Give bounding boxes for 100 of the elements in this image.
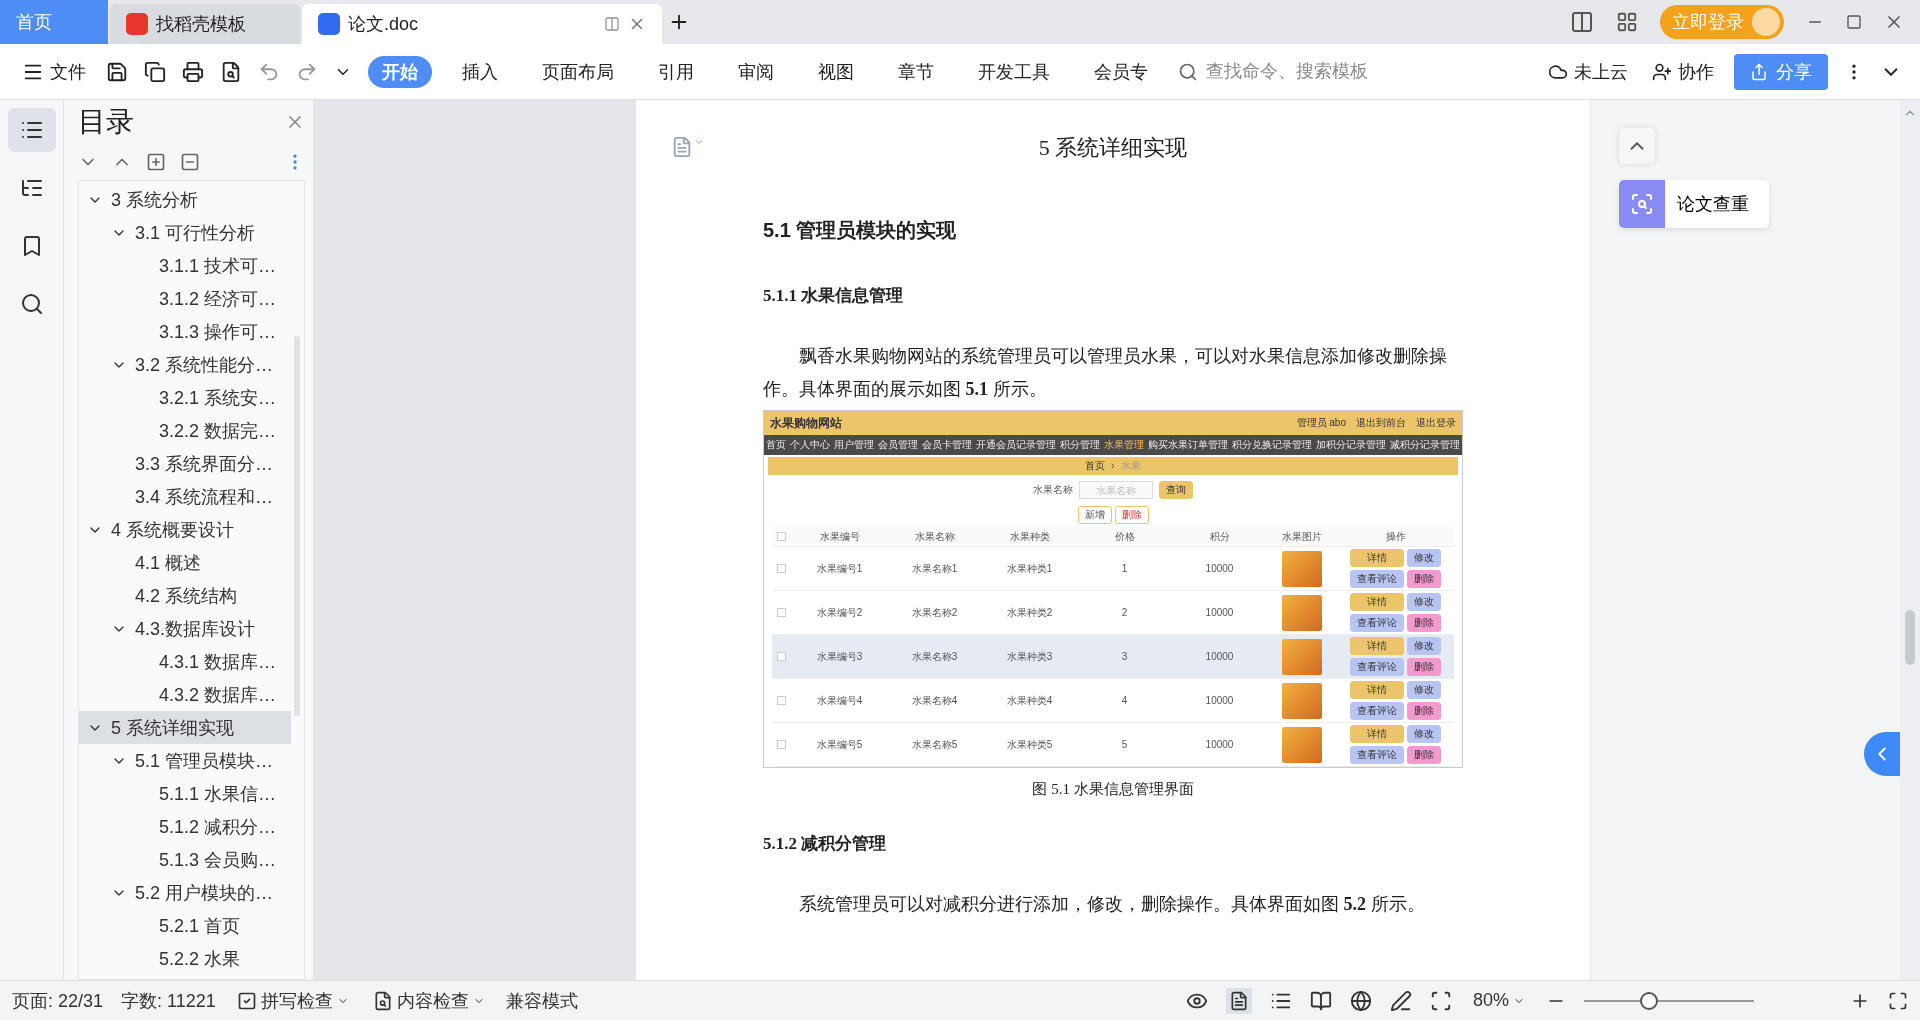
menu-tab[interactable]: 审阅 <box>724 55 788 88</box>
pen-icon[interactable] <box>1389 989 1412 1012</box>
grid-icon[interactable] <box>1616 11 1638 33</box>
toc-item[interactable]: 3.1.2 经济可… <box>79 282 291 315</box>
toc-item[interactable]: 4.2 系统结构 <box>79 579 291 612</box>
toc-item[interactable]: 5 系统详细实现 <box>79 711 291 744</box>
search-field[interactable]: 水果名称 <box>1079 481 1153 499</box>
page-view-button[interactable] <box>1225 987 1252 1014</box>
window-tab[interactable]: 论文.doc <box>302 4 662 44</box>
spell-check-button[interactable]: 拼写检查 <box>233 985 352 1016</box>
nav-item[interactable]: 积分兑换记录管理 <box>1232 438 1312 452</box>
list-button[interactable] <box>7 108 56 152</box>
eject-button[interactable] <box>1619 128 1655 164</box>
row-action-button[interactable]: 修改 <box>1407 637 1441 655</box>
toc-item[interactable]: 4.3.1 数据库… <box>79 645 291 678</box>
toc-item[interactable]: 3.1.1 技术可… <box>79 249 291 282</box>
column-header[interactable]: 水果种类 <box>982 529 1077 544</box>
toc-item[interactable]: 5.1.1 水果信… <box>79 777 291 810</box>
preview-icon[interactable] <box>220 60 242 83</box>
toc-item[interactable]: 3.2 系统性能分… <box>79 348 291 381</box>
file-menu-button[interactable]: 文件 <box>18 55 90 88</box>
row-action-button[interactable]: 详情 <box>1350 637 1404 655</box>
scrollbar-thumb[interactable] <box>1905 610 1915 665</box>
breadcrumb-item[interactable]: 首页 <box>1085 459 1105 473</box>
print-icon[interactable] <box>182 60 204 83</box>
checkbox[interactable] <box>777 608 786 617</box>
menu-tab[interactable]: 插入 <box>448 55 512 88</box>
expand-panel-button[interactable] <box>1864 732 1900 776</box>
row-action-button[interactable]: 详情 <box>1350 549 1404 567</box>
column-header[interactable]: 积分 <box>1172 529 1267 544</box>
menu-tab[interactable]: 会员专 <box>1080 55 1162 88</box>
nav-item[interactable]: 购买水果订单管理 <box>1148 438 1228 452</box>
delete-button[interactable]: 删除 <box>1114 506 1149 524</box>
column-header[interactable]: 水果名称 <box>887 529 982 544</box>
row-action-button[interactable]: 查看评论 <box>1350 570 1404 588</box>
toc-item[interactable]: 3.1 可行性分析 <box>79 216 291 249</box>
row-action-button[interactable]: 详情 <box>1350 681 1404 699</box>
column-header[interactable]: 操作 <box>1337 529 1454 544</box>
checkbox[interactable] <box>777 564 786 573</box>
toc-item[interactable]: 4.3.数据库设计 <box>79 612 291 645</box>
toc-item[interactable]: 3.4 系统流程和… <box>79 480 291 513</box>
toc-item[interactable]: 5.2.1 首页 <box>79 909 291 942</box>
menu-tab[interactable]: 章节 <box>884 55 948 88</box>
nav-item[interactable]: 会员管理 <box>878 438 918 452</box>
toc-item[interactable]: 5.2 用户模块的… <box>79 876 291 909</box>
save-icon[interactable] <box>106 60 128 83</box>
checkbox[interactable] <box>777 532 786 541</box>
menu-tab[interactable]: 开发工具 <box>964 55 1064 88</box>
toc-item[interactable]: 3 系统分析 <box>79 183 291 216</box>
content-check-button[interactable]: 内容检查 <box>369 985 488 1016</box>
row-action-button[interactable]: 详情 <box>1350 593 1404 611</box>
window-tab[interactable]: 找稻壳模板 <box>110 4 300 44</box>
row-action-button[interactable]: 详情 <box>1350 725 1404 743</box>
cloud-button[interactable]: 未上云 <box>1544 55 1632 88</box>
column-header[interactable]: 水果图片 <box>1267 529 1337 544</box>
toc-item[interactable]: 3.2.2 数据完… <box>79 414 291 447</box>
row-action-button[interactable]: 删除 <box>1407 702 1441 720</box>
toc-item[interactable]: 3.2.1 系统安… <box>79 381 291 414</box>
collaborate-button[interactable]: 协作 <box>1648 55 1718 88</box>
menu-tab[interactable]: 引用 <box>644 55 708 88</box>
nav-item[interactable]: 积分管理 <box>1060 438 1100 452</box>
toc-item[interactable]: 4.3.2 数据库… <box>79 678 291 711</box>
toc-item[interactable]: 5.1.3 会员购… <box>79 843 291 876</box>
row-action-button[interactable]: 修改 <box>1407 549 1441 567</box>
header-link[interactable]: 退出到前台 <box>1356 416 1406 430</box>
zoom-dropdown[interactable]: 80% <box>1469 987 1528 1014</box>
copy-icon[interactable] <box>144 60 166 83</box>
plagiarism-check-button[interactable]: 论文查重 <box>1619 180 1769 228</box>
book-icon[interactable] <box>1309 989 1332 1012</box>
globe-icon[interactable] <box>1349 989 1372 1012</box>
row-action-button[interactable]: 删除 <box>1407 658 1441 676</box>
row-action-button[interactable]: 查看评论 <box>1350 614 1404 632</box>
row-action-button[interactable]: 删除 <box>1407 746 1441 764</box>
row-action-button[interactable]: 修改 <box>1407 725 1441 743</box>
toc-item[interactable]: 3.1.3 操作可… <box>79 315 291 348</box>
nav-item[interactable]: 首页 <box>766 438 786 452</box>
row-action-button[interactable]: 删除 <box>1407 570 1441 588</box>
search-button[interactable]: 查询 <box>1159 481 1193 499</box>
fit-icon[interactable] <box>1429 989 1452 1012</box>
nav-item[interactable]: 用户管理 <box>834 438 874 452</box>
window-icon[interactable] <box>604 16 620 32</box>
toc-item[interactable]: 5.1 管理员模块… <box>79 744 291 777</box>
fullscreen-icon[interactable] <box>1888 990 1908 1011</box>
nav-item[interactable]: 减积分记录管理 <box>1390 438 1460 452</box>
nav-item[interactable]: 个人中心 <box>790 438 830 452</box>
checkbox[interactable] <box>777 652 786 661</box>
restore-icon[interactable] <box>1846 14 1862 30</box>
toc-item[interactable]: 3.3 系统界面分… <box>79 447 291 480</box>
nav-item[interactable]: 加积分记录管理 <box>1316 438 1386 452</box>
checkbox[interactable] <box>777 696 786 705</box>
header-link[interactable]: 退出登录 <box>1416 416 1456 430</box>
row-action-button[interactable]: 查看评论 <box>1350 702 1404 720</box>
toc-item[interactable]: 5.2.2 水果 <box>79 942 291 975</box>
add-button[interactable]: 新增 <box>1077 506 1112 524</box>
plus-icon[interactable] <box>146 152 166 172</box>
zoom-slider-thumb[interactable] <box>1639 991 1658 1010</box>
command-search-field[interactable]: 查找命令、搜索模板 <box>1178 60 1384 83</box>
checkbox[interactable] <box>777 740 786 749</box>
toc-item[interactable]: 4 系统概要设计 <box>79 513 291 546</box>
row-action-button[interactable]: 查看评论 <box>1350 746 1404 764</box>
